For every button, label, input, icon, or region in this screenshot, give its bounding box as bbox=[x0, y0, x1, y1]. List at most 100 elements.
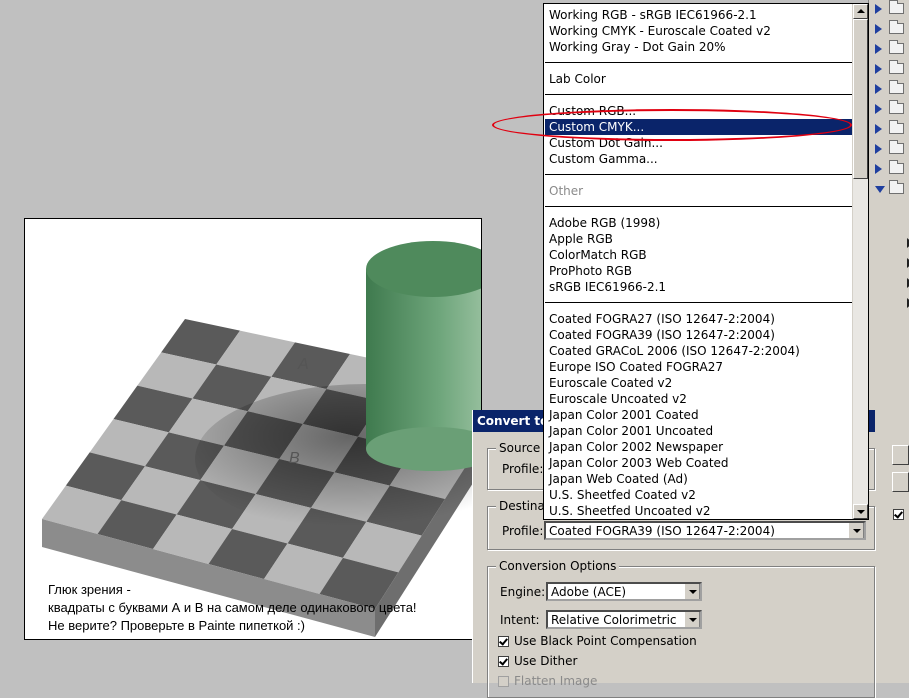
panel-row[interactable] bbox=[875, 40, 909, 58]
panel-ok-button[interactable] bbox=[892, 445, 909, 465]
dropdown-option[interactable]: Custom Dot Gain... bbox=[549, 135, 663, 151]
source-label: Source bbox=[496, 441, 544, 455]
dropdown-option[interactable]: Coated FOGRA39 (ISO 12647-2:2004) bbox=[549, 327, 775, 343]
flatten-checkbox[interactable] bbox=[498, 676, 509, 687]
dropdown-option[interactable]: Europe ISO Coated FOGRA27 bbox=[549, 359, 723, 375]
dropdown-option[interactable]: Japan Color 2003 Web Coated bbox=[549, 455, 729, 471]
panel-row[interactable] bbox=[875, 180, 909, 198]
folder-icon bbox=[889, 0, 904, 14]
engine-value: Adobe (ACE) bbox=[551, 585, 627, 599]
panel-row[interactable] bbox=[875, 120, 909, 138]
dropdown-option[interactable]: Lab Color bbox=[549, 71, 606, 87]
dropdown-option[interactable]: Working Gray - Dot Gain 20% bbox=[549, 39, 726, 55]
expand-triangle-icon[interactable] bbox=[875, 124, 882, 134]
folder-icon bbox=[889, 160, 904, 174]
dropdown-option[interactable]: Custom Gamma... bbox=[549, 151, 658, 167]
conversion-options-label: Conversion Options bbox=[496, 559, 620, 573]
panel-row[interactable] bbox=[875, 140, 909, 158]
dropdown-option[interactable]: Japan Color 2001 Coated bbox=[549, 407, 699, 423]
black-point-checkbox[interactable] bbox=[498, 636, 509, 647]
folder-icon bbox=[889, 120, 904, 134]
engine-label: Engine: bbox=[500, 585, 546, 599]
collapse-triangle-icon[interactable] bbox=[875, 186, 885, 193]
intent-label: Intent: bbox=[500, 613, 540, 627]
dither-label: Use Dither bbox=[514, 654, 578, 668]
scrollbar[interactable] bbox=[852, 4, 868, 519]
menu-separator bbox=[545, 94, 852, 95]
expand-triangle-icon[interactable] bbox=[875, 64, 882, 74]
dropdown-arrow-icon[interactable] bbox=[848, 523, 864, 538]
folder-icon bbox=[889, 40, 904, 54]
dither-checkbox[interactable] bbox=[498, 656, 509, 667]
expand-triangle-icon[interactable] bbox=[875, 164, 882, 174]
intent-select[interactable]: Relative Colorimetric bbox=[546, 610, 702, 629]
folder-icon bbox=[889, 140, 904, 154]
dropdown-option[interactable]: sRGB IEC61966-2.1 bbox=[549, 279, 666, 295]
source-profile-label: Profile: bbox=[502, 462, 544, 476]
folder-icon bbox=[889, 20, 904, 34]
dropdown-option[interactable]: Coated GRACoL 2006 (ISO 12647-2:2004) bbox=[549, 343, 800, 359]
engine-select[interactable]: Adobe (ACE) bbox=[546, 582, 702, 601]
folder-icon bbox=[889, 60, 904, 74]
intent-value: Relative Colorimetric bbox=[551, 613, 677, 627]
caption-line-3: Не верите? Проверьте в Painte пипеткой :… bbox=[48, 618, 305, 633]
label-b: B bbox=[289, 450, 300, 467]
dropdown-option[interactable]: Working RGB - sRGB IEC61966-2.1 bbox=[549, 7, 757, 23]
caption-line-1: Глюк зрения - bbox=[48, 582, 131, 597]
label-a: A bbox=[297, 356, 309, 373]
folder-icon bbox=[889, 80, 904, 94]
folder-icon bbox=[889, 180, 904, 194]
panel-cancel-button[interactable] bbox=[892, 472, 909, 492]
menu-separator bbox=[545, 206, 852, 207]
black-point-label: Use Black Point Compensation bbox=[514, 634, 697, 648]
dropdown-arrow-icon[interactable] bbox=[684, 584, 700, 599]
panel-row[interactable] bbox=[875, 160, 909, 178]
dropdown-option[interactable]: Euroscale Uncoated v2 bbox=[549, 391, 687, 407]
dropdown-option[interactable]: Japan Web Coated (Ad) bbox=[549, 471, 688, 487]
dropdown-option[interactable]: Custom RGB... bbox=[549, 103, 636, 119]
destination-profile-label: Profile: bbox=[502, 524, 544, 538]
dropdown-option[interactable]: Euroscale Coated v2 bbox=[549, 375, 672, 391]
dropdown-option[interactable]: U.S. Sheetfed Coated v2 bbox=[549, 487, 696, 503]
panel-row[interactable] bbox=[875, 80, 909, 98]
scroll-up-button[interactable] bbox=[853, 4, 868, 19]
checker-shadow-illustration: A B bbox=[42, 241, 481, 637]
expand-triangle-icon[interactable] bbox=[875, 24, 882, 34]
preview-checkbox[interactable] bbox=[893, 509, 904, 520]
dropdown-option[interactable]: Working CMYK - Euroscale Coated v2 bbox=[549, 23, 771, 39]
menu-separator bbox=[545, 62, 852, 63]
expand-triangle-icon[interactable] bbox=[875, 44, 882, 54]
dropdown-option: Other bbox=[549, 184, 584, 198]
menu-separator bbox=[545, 174, 852, 175]
dropdown-arrow-icon[interactable] bbox=[684, 612, 700, 627]
scroll-thumb[interactable] bbox=[853, 19, 868, 179]
dropdown-option[interactable]: Adobe RGB (1998) bbox=[549, 215, 660, 231]
flatten-label: Flatten Image bbox=[514, 674, 598, 688]
profile-dropdown-list[interactable]: Working RGB - sRGB IEC61966-2.1 Working C… bbox=[543, 3, 869, 520]
panel-row[interactable] bbox=[875, 0, 909, 18]
caption-line-2: квадраты с буквами А и В на самом деле о… bbox=[48, 600, 417, 615]
folder-icon bbox=[889, 100, 904, 114]
dropdown-option[interactable]: U.S. Sheetfed Uncoated v2 bbox=[549, 503, 711, 519]
caption: Глюк зрения - квадраты с буквами А и В н… bbox=[48, 581, 417, 635]
panel-row[interactable] bbox=[875, 20, 909, 38]
dropdown-option[interactable]: Japan Color 2002 Newspaper bbox=[549, 439, 723, 455]
dropdown-option[interactable]: ProPhoto RGB bbox=[549, 263, 632, 279]
conversion-options-group: Conversion Options Engine: Adobe (ACE) I… bbox=[487, 559, 875, 698]
dropdown-option[interactable]: Coated FOGRA27 (ISO 12647-2:2004) bbox=[549, 311, 775, 327]
destination-label: Destina bbox=[496, 499, 548, 513]
scroll-down-button[interactable] bbox=[853, 504, 868, 519]
dropdown-option[interactable]: Custom CMYK... bbox=[545, 119, 856, 135]
expand-triangle-icon[interactable] bbox=[875, 104, 882, 114]
image-canvas: A B Глюк зрения - квадраты с буквами А и… bbox=[24, 218, 482, 640]
destination-profile-select[interactable]: Coated FOGRA39 (ISO 12647-2:2004) bbox=[544, 521, 866, 540]
panel-row[interactable] bbox=[875, 60, 909, 78]
expand-triangle-icon[interactable] bbox=[875, 84, 882, 94]
destination-profile-value: Coated FOGRA39 (ISO 12647-2:2004) bbox=[549, 524, 775, 538]
dropdown-option[interactable]: Apple RGB bbox=[549, 231, 613, 247]
dropdown-option[interactable]: Japan Color 2001 Uncoated bbox=[549, 423, 713, 439]
dropdown-option[interactable]: ColorMatch RGB bbox=[549, 247, 647, 263]
expand-triangle-icon[interactable] bbox=[875, 4, 882, 14]
expand-triangle-icon[interactable] bbox=[875, 144, 882, 154]
panel-row[interactable] bbox=[875, 100, 909, 118]
